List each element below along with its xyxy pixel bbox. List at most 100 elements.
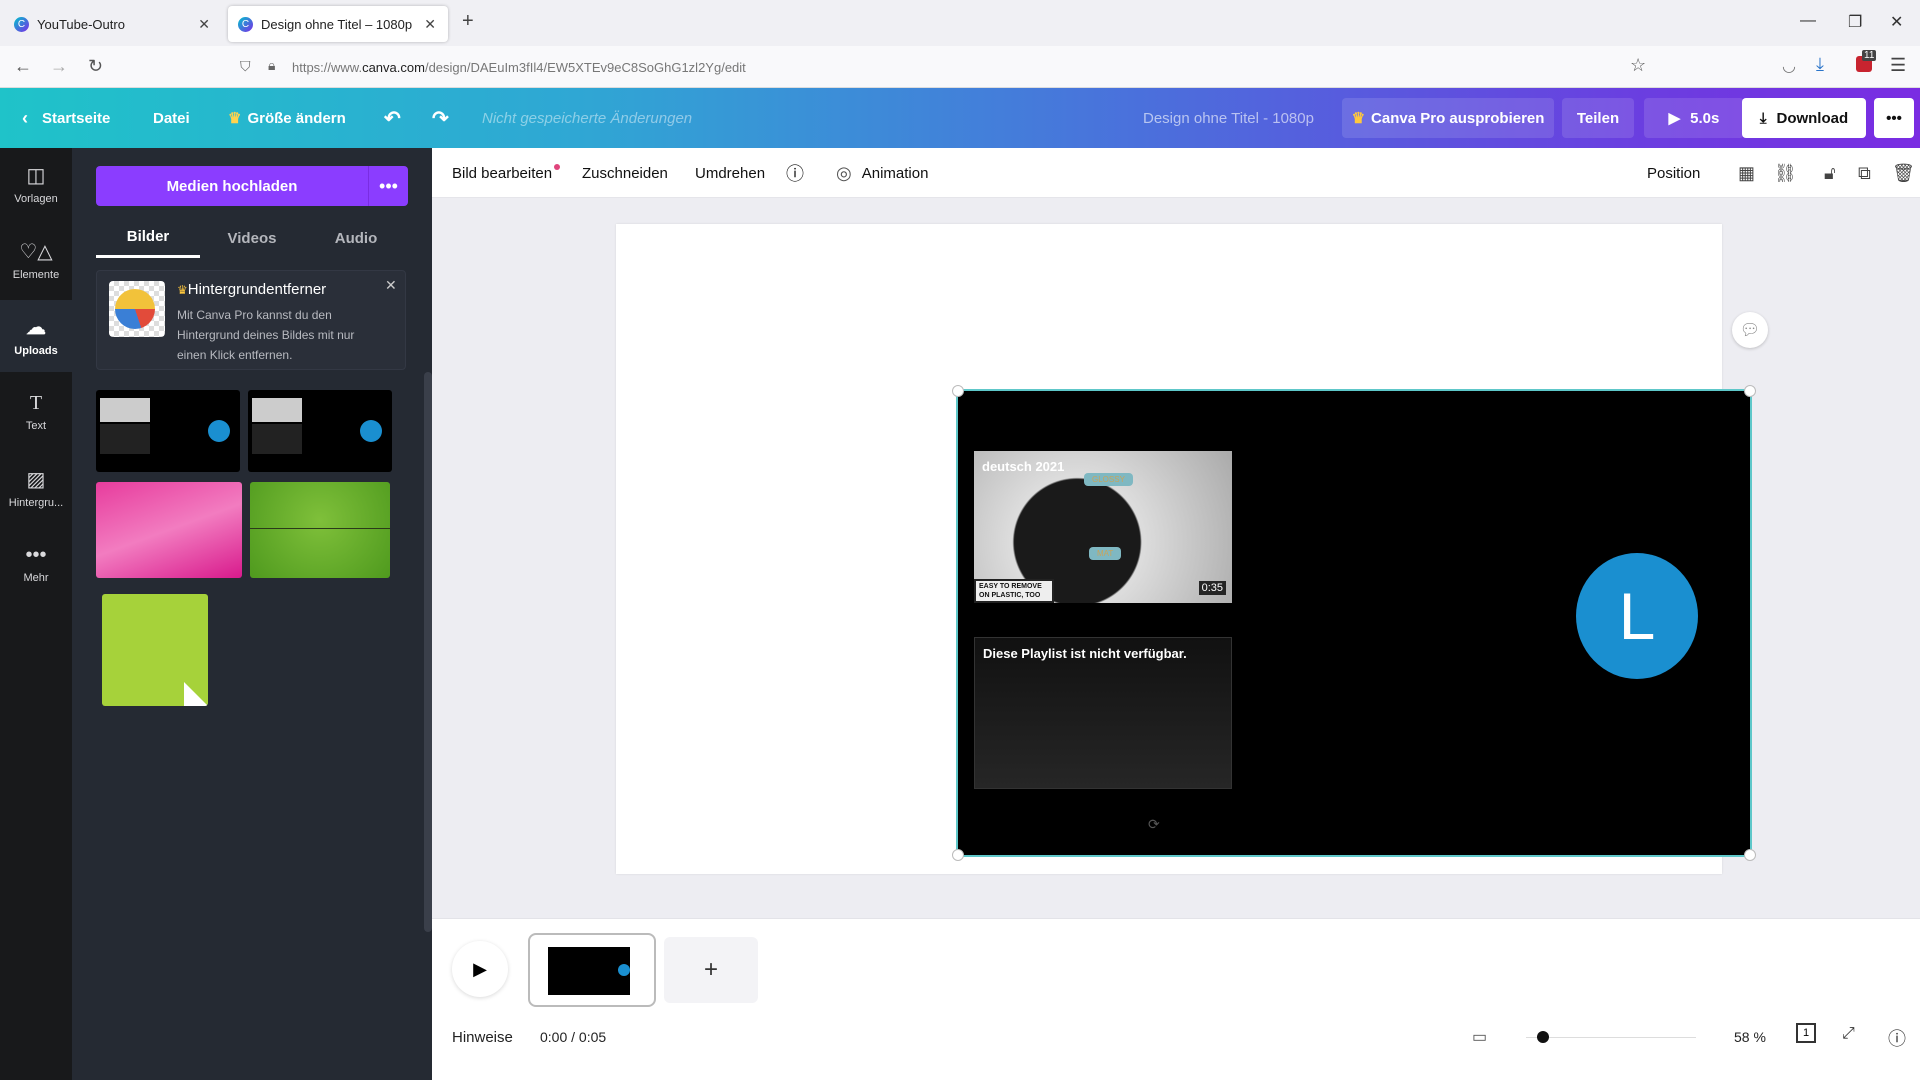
add-comment-icon[interactable]: 💬︎ [1732, 312, 1768, 348]
new-tab-button[interactable]: + [462, 10, 474, 33]
position-button[interactable]: Position [1647, 148, 1700, 198]
uploads-panel: Medien hochladen ••• Bilder Videos Audio… [72, 148, 432, 1080]
panel-scrollbar[interactable] [424, 372, 432, 932]
back-icon[interactable]: ← [14, 56, 32, 77]
elements-icon: ♡△ [19, 241, 53, 263]
lock-icon[interactable]: 🔒︎ [268, 57, 275, 74]
reload-icon[interactable]: ↻ [88, 56, 103, 77]
grid-view-icon[interactable]: ▭ [1472, 1027, 1487, 1047]
rail-item-text[interactable]: T Text [0, 376, 72, 448]
tab-videos[interactable]: Videos [200, 218, 304, 258]
shield-icon[interactable]: ⛉ [240, 58, 251, 75]
resize-label: Größe ändern [247, 109, 346, 127]
video-thumbnail: deutsch 2021 GLOSSY MAT EASY TO REMOVE O… [974, 451, 1232, 603]
url-field[interactable]: https://www. canva.com/design/DAEuIm3fIl4… [292, 52, 1692, 82]
info-icon[interactable]: ⓘ [786, 148, 804, 198]
chevron-left-icon: ‹ [22, 107, 28, 128]
crop-button[interactable]: Zuschneiden [582, 148, 668, 198]
rail-item-more[interactable]: ••• Mehr [0, 528, 72, 600]
bookmark-star-icon[interactable]: ☆ [1630, 55, 1646, 76]
background-remover-promo: ♛Hintergrundentferner Mit Canva Pro kann… [96, 270, 406, 370]
canva-pro-button[interactable]: ♛ Canva Pro ausprobieren [1342, 98, 1554, 138]
download-button[interactable]: ⤓ Download [1742, 98, 1866, 138]
address-bar-row: ← → ↻ ⛉ 🔒︎ https://www. canva.com/design/… [0, 46, 1920, 88]
page-thumbnail-preview [548, 947, 630, 995]
close-tab-icon[interactable]: ✕ [424, 16, 436, 33]
upload-more-button[interactable]: ••• [368, 166, 408, 206]
flip-button[interactable]: Umdrehen [695, 148, 765, 198]
download-icon[interactable]: ⤓ [1816, 54, 1824, 75]
editor-area: Bild bearbeiten Zuschneiden Umdrehen ⓘ ◎… [432, 148, 1920, 1080]
transparency-icon[interactable]: ▦ [1738, 148, 1755, 198]
save-status: Nicht gespeicherte Änderungen [482, 109, 693, 127]
resize-handle[interactable] [1744, 849, 1756, 861]
crown-icon: ♛ [177, 283, 188, 297]
rail-item-elements[interactable]: ♡△ Elemente [0, 224, 72, 296]
restore-icon[interactable]: ❐ [1848, 12, 1862, 32]
page-thumbnail[interactable] [528, 933, 656, 1007]
rail-label: Text [25, 420, 47, 432]
rail-item-uploads[interactable]: ☁ Uploads [0, 300, 72, 372]
upload-cloud-icon: ☁ [26, 317, 46, 339]
browser-tab-active[interactable]: C Design ohne Titel – 1080p ✕ [228, 6, 448, 42]
redo-icon[interactable]: ↷ [432, 88, 449, 148]
resize-handle[interactable] [952, 385, 964, 397]
tab-audio[interactable]: Audio [304, 218, 408, 258]
context-toolbar: Bild bearbeiten Zuschneiden Umdrehen ⓘ ◎… [432, 148, 1920, 198]
zoom-level[interactable]: 58 % [1734, 1029, 1766, 1045]
more-options-button[interactable]: ••• [1874, 98, 1914, 138]
notes-button[interactable]: Hinweise [452, 1029, 513, 1046]
menu-icon[interactable]: ☰ [1890, 55, 1906, 76]
link-icon[interactable]: ⛓ [1774, 148, 1797, 198]
rail-item-templates[interactable]: ◫ Vorlagen [0, 148, 72, 220]
timeline-bar: ▶ + Hinweise 0:00 / 0:05 ▭ 58 % 1 ⤢ ⓘ [432, 918, 1920, 1080]
resize-handle[interactable] [952, 849, 964, 861]
fullscreen-icon[interactable]: ⤢ [1842, 1025, 1855, 1043]
design-title[interactable]: Design ohne Titel - 1080p [1143, 88, 1314, 148]
close-promo-icon[interactable]: ✕ [385, 277, 397, 294]
pocket-icon[interactable]: ◡ [1782, 56, 1796, 76]
pro-label: Canva Pro ausprobieren [1371, 109, 1545, 127]
upload-thumbnail-note[interactable] [102, 594, 208, 706]
present-button[interactable]: ▶ 5.0s [1644, 98, 1744, 138]
upload-media-button[interactable]: Medien hochladen [96, 166, 368, 206]
zoom-slider-knob[interactable] [1537, 1031, 1549, 1043]
rotate-icon[interactable]: ⟳ [1148, 816, 1160, 833]
animation-label: Animation [861, 164, 929, 182]
beach-ball-icon [115, 289, 155, 329]
duration-label: 5.0s [1690, 109, 1720, 127]
tab-images[interactable]: Bilder [96, 218, 200, 258]
resize-handle[interactable] [1744, 385, 1756, 397]
minimize-icon[interactable]: — [1800, 12, 1816, 30]
resize-button[interactable]: ♛ Größe ändern [228, 88, 346, 148]
browser-tab[interactable]: C YouTube-Outro ✕ [4, 6, 222, 42]
upload-thumbnail[interactable] [248, 390, 392, 472]
animation-button[interactable]: ◎ Animation [836, 148, 928, 198]
add-page-button[interactable]: + [664, 937, 758, 1003]
home-button[interactable]: ‹ Startseite [22, 88, 110, 148]
play-button[interactable]: ▶ [452, 941, 508, 997]
share-button[interactable]: Teilen [1562, 98, 1634, 138]
rail-item-background[interactable]: ▨ Hintergru... [0, 452, 72, 524]
undo-icon[interactable]: ↶ [384, 88, 401, 148]
duplicate-icon[interactable]: ⧉ [1858, 148, 1871, 198]
background-icon: ▨ [26, 469, 46, 491]
zoom-slider[interactable] [1526, 1037, 1696, 1038]
edit-image-button[interactable]: Bild bearbeiten [452, 148, 561, 198]
page-count[interactable]: 1 [1796, 1023, 1817, 1043]
lock-icon[interactable]: 🔓︎ [1824, 148, 1836, 198]
selected-image[interactable]: deutsch 2021 GLOSSY MAT EASY TO REMOVE O… [956, 389, 1752, 857]
label-mat: MAT [1089, 547, 1122, 560]
thumb-video-preview [100, 398, 150, 422]
left-rail: ◫ Vorlagen ♡△ Elemente ☁ Uploads T Text … [0, 148, 72, 1080]
help-icon[interactable]: ⓘ [1888, 1025, 1906, 1051]
close-window-icon[interactable]: ✕ [1890, 12, 1903, 32]
forward-icon[interactable]: → [50, 56, 68, 77]
upload-thumbnail-pink[interactable] [96, 482, 242, 578]
upload-thumbnail[interactable] [96, 390, 240, 472]
file-menu[interactable]: Datei [153, 88, 190, 148]
upload-thumbnail-green[interactable] [250, 482, 390, 578]
trash-icon[interactable]: 🗑︎ [1892, 148, 1915, 198]
close-tab-icon[interactable]: ✕ [198, 16, 210, 33]
home-label: Startseite [42, 109, 111, 127]
